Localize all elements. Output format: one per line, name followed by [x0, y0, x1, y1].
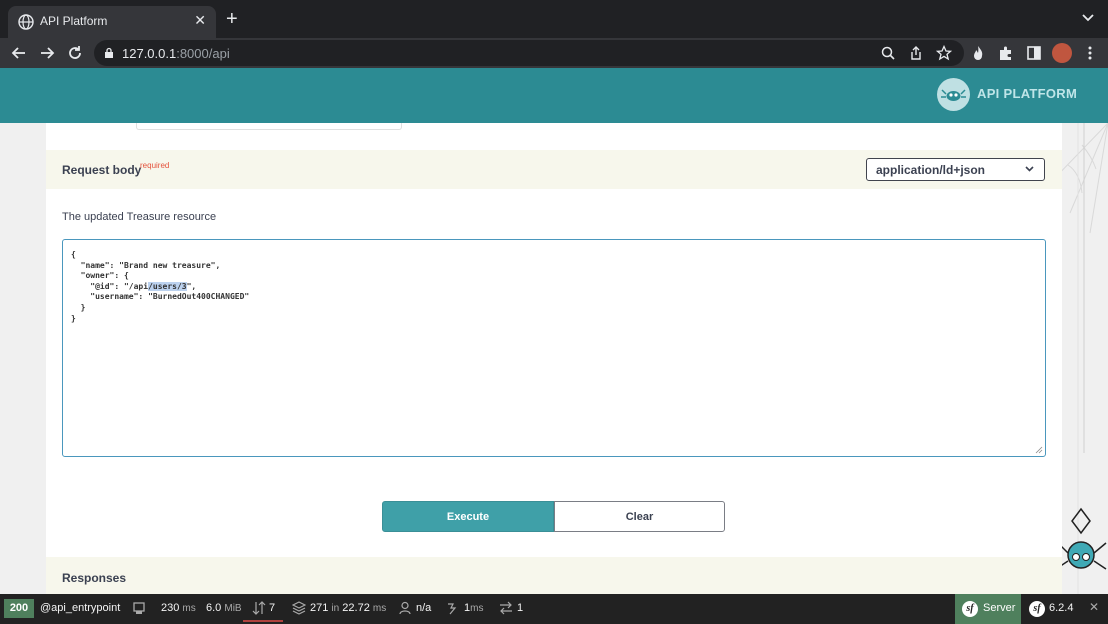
- url-path: :8000/api: [176, 46, 230, 61]
- brand-name: API PLATFORM: [977, 86, 1078, 101]
- server-label: Server: [983, 602, 1016, 614]
- tab-search-chevron-icon[interactable]: [1082, 14, 1094, 22]
- body-line: "owner": {: [71, 271, 129, 281]
- body-line: }: [71, 302, 86, 312]
- request-time[interactable]: 230 ms: [161, 602, 196, 614]
- tab-close-icon[interactable]: ✕: [194, 12, 206, 29]
- share-icon[interactable]: [908, 45, 924, 61]
- content-type-select[interactable]: application/ld+json: [866, 158, 1045, 181]
- http-requests-icon[interactable]: [252, 601, 266, 615]
- new-tab-button[interactable]: +: [226, 9, 238, 29]
- http-requests-count[interactable]: 7: [269, 602, 275, 614]
- profile-avatar[interactable]: [1052, 43, 1072, 63]
- queries-time: 22.72: [342, 602, 370, 614]
- resize-handle-icon[interactable]: [1035, 446, 1043, 454]
- previous-parameter-input[interactable]: [136, 123, 402, 130]
- memory-usage[interactable]: 6.0 MiB: [206, 602, 242, 614]
- symfony-version-logo-icon[interactable]: sf: [1029, 601, 1045, 617]
- required-marker: required: [140, 161, 170, 170]
- memory-unit: MiB: [224, 603, 242, 614]
- request-time-unit: ms: [182, 603, 196, 614]
- clear-button[interactable]: Clear: [554, 501, 725, 532]
- responses-label: Responses: [62, 571, 127, 585]
- active-panel-indicator: [243, 620, 283, 622]
- symfony-version[interactable]: 6.2.4: [1049, 602, 1073, 614]
- globe-icon: [18, 14, 34, 30]
- request-body-textarea[interactable]: { "name": "Brand new treasure", "owner":…: [62, 239, 1046, 457]
- api-platform-header: API PLATFORM: [0, 68, 1108, 123]
- body-line: {: [71, 250, 76, 259]
- reload-icon[interactable]: [66, 44, 84, 62]
- body-line: ",: [186, 281, 197, 291]
- symfony-debug-toolbar: 200 @api_entrypoint 230 ms 6.0 MiB 7 271…: [0, 594, 1108, 624]
- text-selection: /users/3: [148, 281, 187, 291]
- status-badge[interactable]: 200: [4, 599, 34, 618]
- operation-panel: Request body required application/ld+jso…: [46, 123, 1062, 594]
- database-layers-icon[interactable]: [292, 601, 306, 615]
- body-line: }: [71, 313, 76, 323]
- bookmark-star-icon[interactable]: [936, 45, 952, 61]
- security-user[interactable]: n/a: [416, 602, 431, 614]
- request-body-label: Request body: [62, 163, 142, 177]
- back-arrow-icon[interactable]: [10, 44, 28, 62]
- zoom-icon[interactable]: [880, 45, 896, 61]
- spider-mascot-decoration: [1062, 123, 1107, 594]
- responses-header: Responses: [46, 557, 1062, 594]
- memory-value: 6.0: [206, 602, 222, 614]
- toolbar-close-icon[interactable]: ✕: [1089, 600, 1099, 614]
- request-body-header: Request body required application/ld+jso…: [46, 150, 1062, 189]
- body-line: "name": "Brand new treasure",: [71, 260, 221, 270]
- request-body-json[interactable]: { "name": "Brand new treasure", "owner":…: [71, 250, 249, 324]
- extensions-puzzle-icon[interactable]: [998, 45, 1014, 61]
- side-panel-icon[interactable]: [1026, 45, 1042, 61]
- queries-unit: ms: [372, 603, 387, 614]
- spider-logo-icon: [941, 89, 966, 101]
- address-bar[interactable]: 127.0.0.1:8000/api: [94, 40, 964, 66]
- events-icon[interactable]: [446, 601, 460, 615]
- forward-arrow-icon[interactable]: [38, 44, 56, 62]
- events-time[interactable]: 1ms: [464, 602, 483, 614]
- tab-title: API Platform: [40, 14, 108, 28]
- forms-count[interactable]: 1: [517, 602, 523, 614]
- user-icon[interactable]: [398, 601, 412, 615]
- api-platform-logo[interactable]: [937, 78, 970, 111]
- extension-flame-icon[interactable]: [970, 45, 986, 61]
- forms-arrows-icon[interactable]: [499, 601, 513, 615]
- events-unit: ms: [470, 603, 484, 614]
- body-line: "username": "BurnedOut400CHANGED": [71, 292, 250, 302]
- request-time-value: 230: [161, 602, 180, 614]
- route-name[interactable]: @api_entrypoint: [40, 602, 120, 614]
- browser-toolbar: 127.0.0.1:8000/api: [0, 38, 1108, 68]
- doctrine-queries[interactable]: 271 in 22.72 ms: [310, 602, 386, 614]
- queries-count: 271: [310, 602, 329, 614]
- lock-icon[interactable]: [104, 47, 114, 59]
- page-viewport: API PLATFORM Request body required appli…: [0, 68, 1108, 594]
- url-text[interactable]: 127.0.0.1:8000/api: [122, 46, 230, 61]
- body-line: "@id": "/api: [71, 281, 149, 291]
- browser-tabstrip: API Platform ✕ +: [0, 0, 1108, 38]
- controller-icon[interactable]: [132, 601, 146, 615]
- url-host: 127.0.0.1: [122, 46, 177, 61]
- request-body-description: The updated Treasure resource: [62, 211, 217, 223]
- chevron-down-icon: [1025, 166, 1034, 172]
- tab-api-platform[interactable]: API Platform ✕: [8, 6, 216, 38]
- server-panel[interactable]: sf Server: [955, 594, 1021, 624]
- content-type-value: application/ld+json: [876, 163, 986, 177]
- symfony-logo-icon: sf: [962, 601, 978, 617]
- more-menu-icon[interactable]: [1082, 45, 1098, 61]
- queries-in: in: [331, 603, 340, 614]
- execute-button[interactable]: Execute: [382, 501, 554, 532]
